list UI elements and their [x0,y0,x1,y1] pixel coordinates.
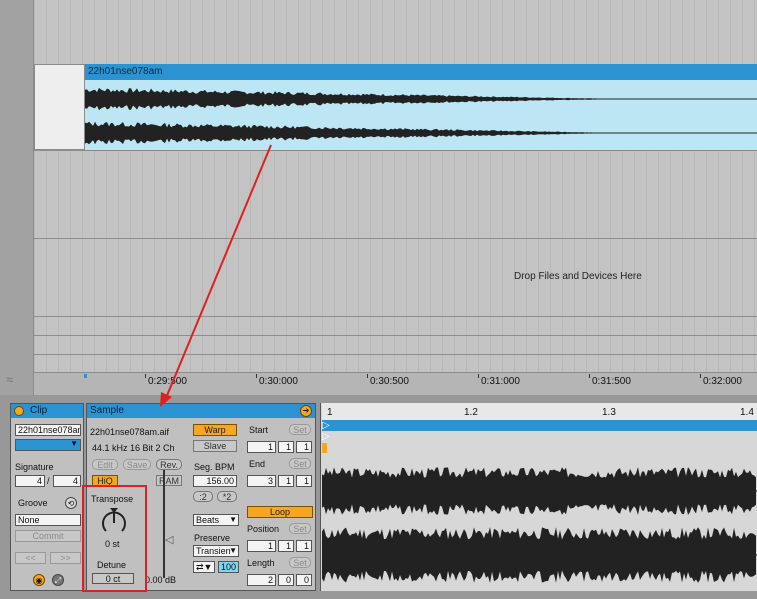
annotation-arrow [160,144,272,407]
